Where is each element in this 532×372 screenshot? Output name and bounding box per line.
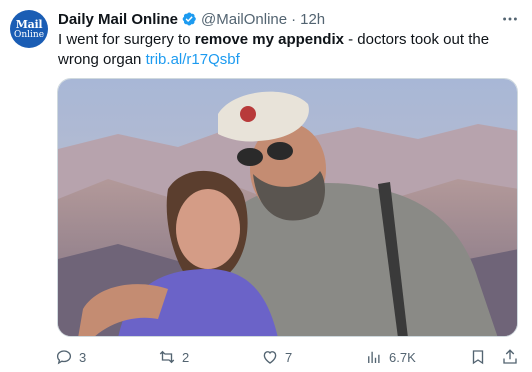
share-button[interactable] <box>501 346 519 368</box>
photo-couple-canyon-icon <box>58 79 517 336</box>
action-bar: 3 2 7 6.7K <box>55 346 525 368</box>
tweet-photo[interactable] <box>57 78 518 337</box>
share-icon <box>503 349 517 364</box>
avatar-logo-line2: Online <box>13 29 45 40</box>
like-count: 7 <box>285 349 293 365</box>
verified-badge-icon <box>181 11 197 27</box>
handle[interactable]: @MailOnline <box>201 11 287 28</box>
like-icon <box>263 351 277 364</box>
views-count: 6.7K <box>389 349 416 365</box>
tweet-text-bold: remove my appendix <box>194 31 344 48</box>
views-icon <box>368 351 380 363</box>
reply-count: 3 <box>79 349 87 365</box>
avatar-logo-line1: Mail <box>15 17 43 31</box>
tweet-link[interactable]: trib.al/r17Qsbf <box>146 51 240 68</box>
repost-button[interactable]: 2 <box>158 346 189 368</box>
repost-count: 2 <box>182 349 190 365</box>
reply-icon <box>56 350 72 365</box>
tweet-text-before: I went for surgery to <box>58 31 195 48</box>
more-icon[interactable] <box>500 9 520 29</box>
timestamp[interactable]: 12h <box>300 11 325 28</box>
reply-button[interactable]: 3 <box>55 346 86 368</box>
bookmark-icon <box>472 350 484 365</box>
bookmark-button[interactable] <box>469 346 487 368</box>
like-button[interactable]: 7 <box>261 346 292 368</box>
repost-icon <box>159 350 175 364</box>
tweet-header: Daily Mail Online @MailOnline · 12h <box>58 8 520 30</box>
display-name[interactable]: Daily Mail Online <box>58 11 178 28</box>
views-button[interactable]: 6.7K <box>365 346 416 368</box>
separator-dot: · <box>291 10 297 28</box>
tweet-text: I went for surgery to remove my appendix… <box>58 30 518 70</box>
avatar[interactable]: Mail Online <box>10 10 48 48</box>
tweet[interactable]: Mail Online Daily Mail Online @MailOnlin… <box>0 0 532 372</box>
